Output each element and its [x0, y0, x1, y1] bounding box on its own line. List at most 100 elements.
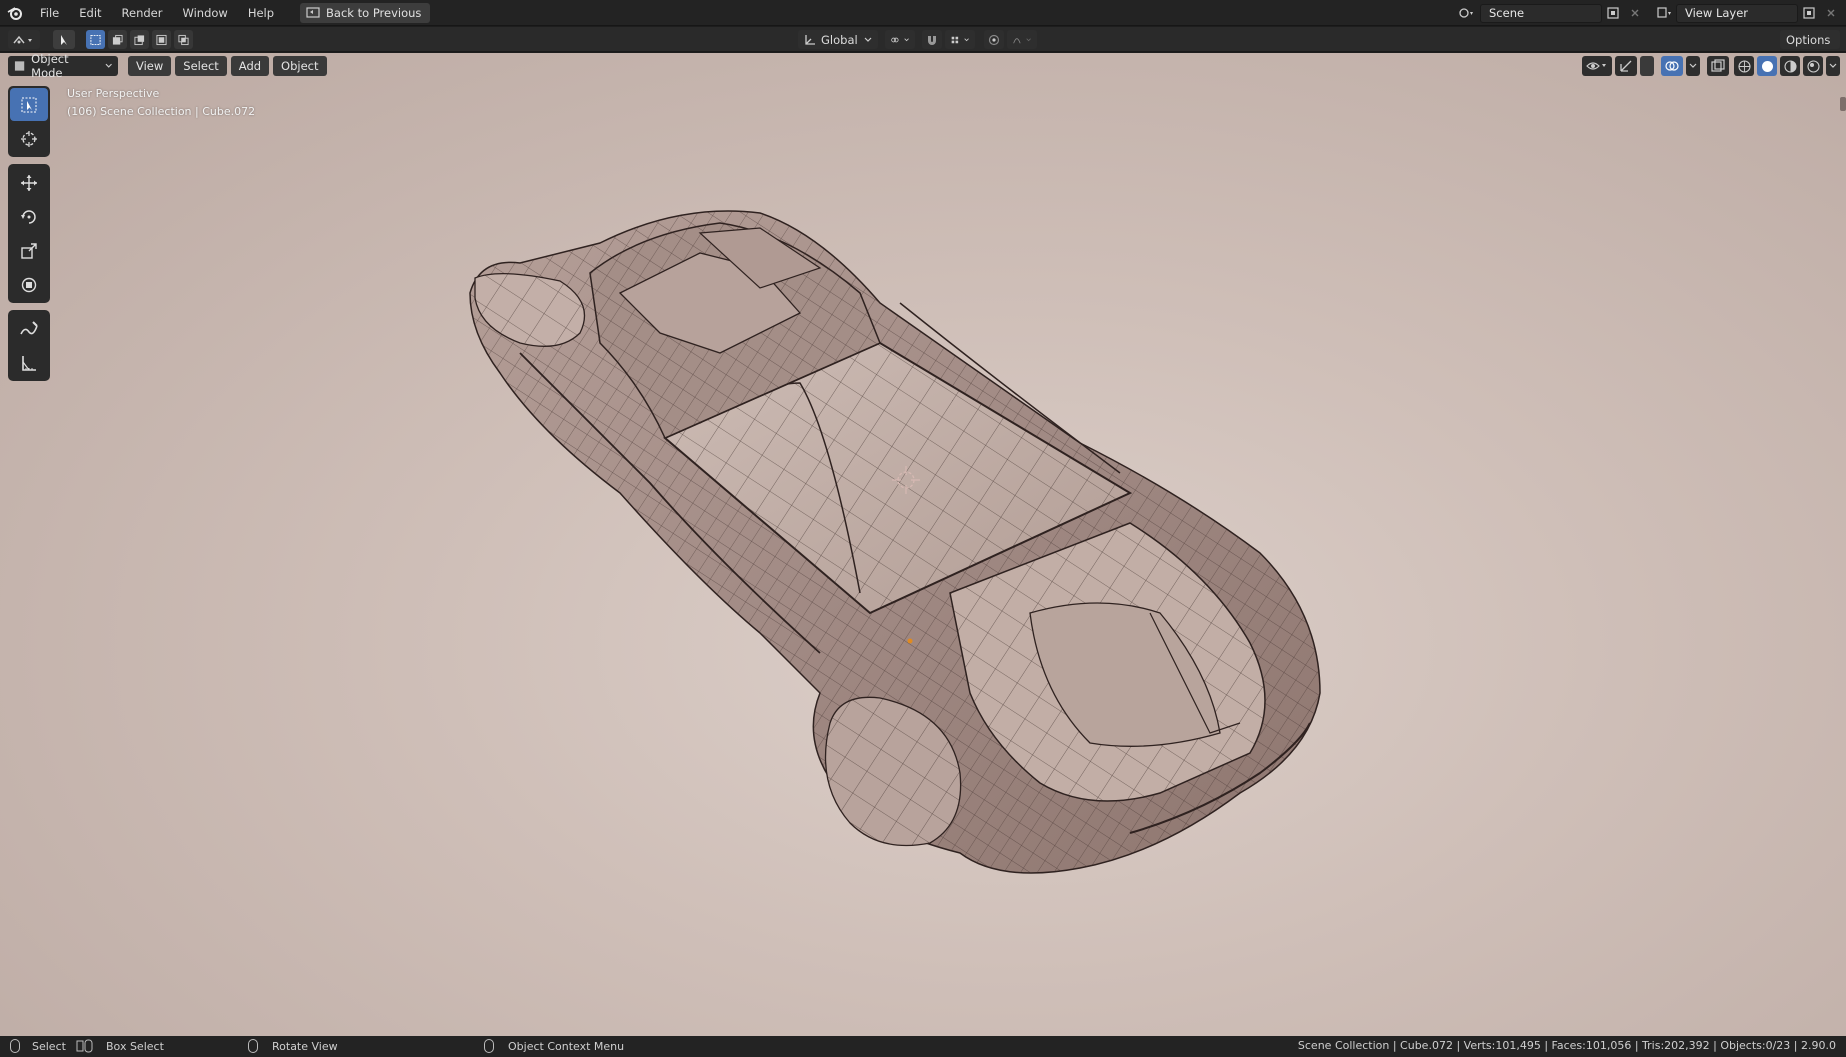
object-origin: [907, 638, 913, 644]
back-to-previous-button[interactable]: Back to Previous: [300, 2, 431, 23]
view-layer-field[interactable]: View Layer: [1676, 3, 1798, 23]
object-mode-icon: [14, 61, 25, 71]
editor-type-button[interactable]: [8, 30, 40, 49]
xray-toggle-icon[interactable]: [1707, 56, 1729, 76]
scene-browse-icon[interactable]: [1456, 3, 1478, 23]
scene-field[interactable]: Scene: [1480, 3, 1602, 23]
snap-target-dropdown[interactable]: [945, 30, 975, 49]
delete-scene-icon[interactable]: [1624, 3, 1646, 23]
intersect-selection-icon[interactable]: [174, 30, 193, 49]
mouse-left-icon: [10, 1039, 20, 1053]
viewport-menu-view[interactable]: View: [128, 56, 172, 76]
mouse-middle-icon: [248, 1039, 258, 1053]
measure-icon[interactable]: [10, 346, 48, 379]
scene-statistics-text: Scene Collection | Cube.072 | Verts:101,…: [1297, 1039, 1836, 1052]
menu-edit[interactable]: Edit: [69, 3, 111, 23]
viewport-menu-object[interactable]: Object: [273, 56, 327, 76]
set-new-selection-icon[interactable]: [86, 30, 105, 49]
gizmo-dropdown[interactable]: [1640, 56, 1654, 76]
menu-help[interactable]: Help: [238, 3, 284, 23]
cursor-icon[interactable]: [10, 122, 48, 155]
status-select-label: Select: [32, 1039, 66, 1053]
shading-rendered-icon[interactable]: [1803, 56, 1823, 76]
new-scene-icon[interactable]: [1602, 3, 1624, 23]
chevron-down-icon: [1689, 63, 1697, 68]
view-layer-name: View Layer: [1685, 5, 1749, 20]
top-menu-bar: File Edit Render Window Help Back to Pre…: [0, 0, 1846, 26]
menu-render[interactable]: Render: [112, 3, 173, 23]
box-select-keys-icon: [76, 1039, 94, 1053]
options-group: Options: [1780, 30, 1840, 49]
status-select: Select: [10, 1039, 66, 1053]
overlays-dropdown[interactable]: [1686, 56, 1700, 76]
shading-material-icon[interactable]: [1780, 56, 1800, 76]
visibility-dropdown[interactable]: [1582, 56, 1612, 76]
viewport-menu-select[interactable]: Select: [175, 56, 227, 76]
object-mode-dropdown[interactable]: Object Mode: [8, 53, 118, 80]
workspace-selectors: Scene View Layer: [1456, 0, 1846, 26]
snap-toggle-icon[interactable]: [922, 30, 942, 49]
transform-orientation-dropdown[interactable]: Global: [798, 30, 878, 49]
tweak-tool-icon[interactable]: [53, 30, 75, 49]
annotate-icon[interactable]: [10, 312, 48, 345]
select-box-icon[interactable]: [10, 88, 48, 121]
scene-collection-text: (106) Scene Collection | Cube.072: [67, 105, 256, 118]
falloff-curve-icon: [1013, 37, 1021, 43]
chevron-down-icon: [1026, 37, 1031, 41]
transform-options-group: Global: [798, 30, 1037, 49]
pivot-point-dropdown[interactable]: [885, 30, 915, 49]
orientation-icon: [805, 34, 815, 45]
tool-group-annotate: [8, 310, 50, 381]
status-bar: Select Box Select Rotate View Object Con…: [0, 1036, 1846, 1057]
scene-name: Scene: [1489, 5, 1525, 20]
view-layer-browse-icon[interactable]: [1654, 3, 1676, 23]
view-perspective-text: User Perspective: [67, 87, 160, 100]
status-context-menu: Object Context Menu: [484, 1039, 624, 1053]
viewport-header-right: [1582, 55, 1840, 77]
shading-wireframe-icon[interactable]: [1734, 56, 1754, 76]
menu-window[interactable]: Window: [172, 3, 237, 23]
tool-settings-header: Global Options: [0, 27, 1846, 52]
shading-solid-icon[interactable]: [1757, 56, 1777, 76]
orientation-label: Global: [821, 32, 858, 47]
back-to-previous-label: Back to Previous: [326, 5, 422, 20]
chevron-down-icon: [1829, 63, 1837, 68]
status-rotate-view: Rotate View: [248, 1039, 338, 1053]
status-box-select: Box Select: [76, 1039, 164, 1053]
status-rotate-view-label: Rotate View: [272, 1039, 338, 1053]
tool-group-select: [8, 86, 50, 157]
transform-icon[interactable]: [10, 268, 48, 301]
menu-file[interactable]: File: [30, 3, 69, 23]
sidebar-toggle[interactable]: [1840, 97, 1846, 111]
pivot-icon: [891, 37, 899, 42]
scale-icon[interactable]: [10, 234, 48, 267]
chevron-down-icon: [864, 37, 872, 42]
rotate-icon[interactable]: [10, 200, 48, 233]
viewport-menu-add[interactable]: Add: [230, 56, 270, 76]
select-mode-group: [53, 30, 193, 49]
chevron-down-icon: [904, 37, 909, 41]
delete-view-layer-icon[interactable]: [1820, 3, 1842, 23]
subtract-selection-icon[interactable]: [130, 30, 149, 49]
shading-dropdown[interactable]: [1826, 56, 1840, 76]
tool-shelf: [8, 86, 50, 388]
proportional-editing-icon[interactable]: [984, 30, 1004, 49]
status-context-menu-label: Object Context Menu: [508, 1039, 625, 1053]
gizmo-toggle-icon[interactable]: [1615, 56, 1637, 76]
invert-selection-icon[interactable]: [152, 30, 171, 49]
eye-icon: [1586, 62, 1606, 70]
blender-logo-icon[interactable]: [0, 0, 30, 26]
options-dropdown[interactable]: Options: [1780, 30, 1840, 49]
chevron-down-icon: [105, 63, 112, 68]
new-view-layer-icon[interactable]: [1798, 3, 1820, 23]
falloff-dropdown[interactable]: [1007, 30, 1037, 49]
snap-grid-icon: [951, 36, 959, 43]
extend-selection-icon[interactable]: [108, 30, 127, 49]
viewport-header-left: Object Mode View Select Add Object: [8, 53, 327, 80]
car-model[interactable]: [0, 53, 1846, 1036]
move-icon[interactable]: [10, 166, 48, 199]
3d-viewport[interactable]: Object Mode View Select Add Object User …: [0, 53, 1846, 1036]
overlays-toggle-icon[interactable]: [1661, 56, 1683, 76]
screen-icon: [306, 6, 320, 18]
scene-statistics: Scene Collection | Cube.072 | Verts:101,…: [1298, 1039, 1836, 1052]
